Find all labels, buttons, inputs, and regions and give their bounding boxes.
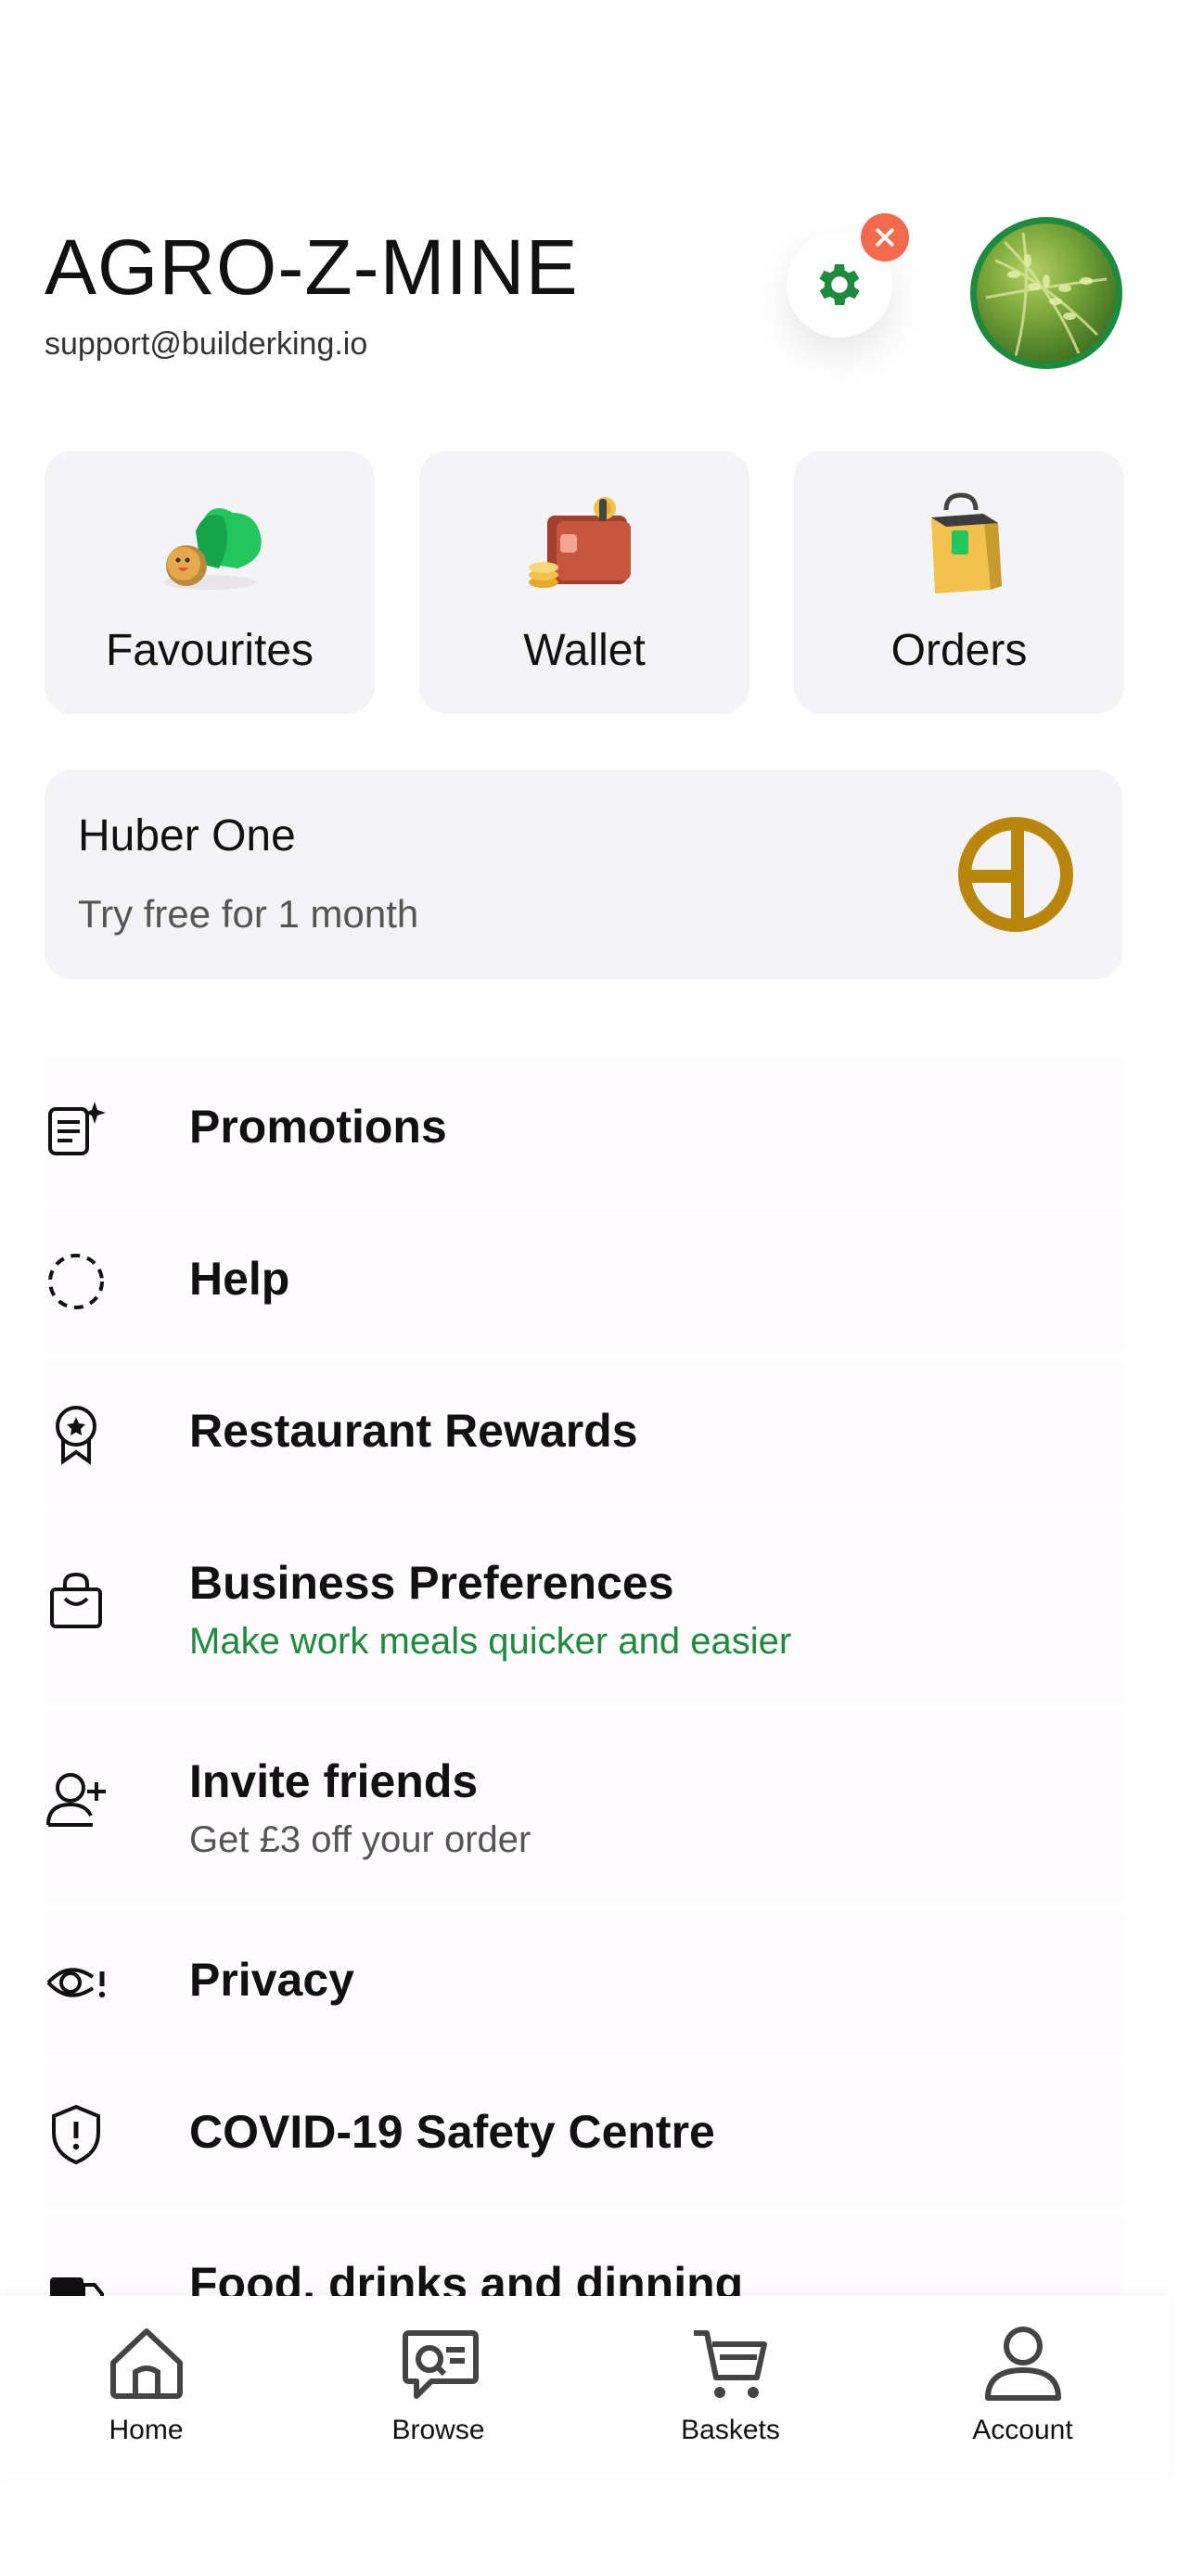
nav-browse[interactable]: Browse (292, 2296, 584, 2478)
tile-favourites[interactable]: Favourites (45, 451, 375, 714)
home-icon (109, 2328, 183, 2399)
menu-item-promotions[interactable]: Promotions (45, 1057, 1122, 1202)
cart-icon (693, 2330, 767, 2398)
nav-baskets[interactable]: Baskets (584, 2296, 877, 2478)
nav-home[interactable]: Home (0, 2296, 292, 2478)
promo-title: Huber One (78, 811, 296, 861)
nav-account[interactable]: Account (877, 2296, 1169, 2478)
menu-item-label: Business Preferences (189, 1557, 674, 1609)
menu-item-label: Help (189, 1253, 290, 1305)
menu-item-label: Privacy (189, 1954, 354, 2006)
browse-icon (402, 2330, 479, 2399)
menu-item-covid-safety[interactable]: COVID-19 Safety Centre (45, 2062, 1122, 2207)
gear-icon (819, 264, 860, 305)
account-icon (984, 2327, 1061, 2401)
tile-wallet[interactable]: Wallet (419, 451, 749, 714)
favourites-icon (163, 508, 262, 590)
huber-one-logo-icon (958, 817, 1073, 932)
menu-item-help[interactable]: Help (45, 1209, 1122, 1354)
menu-item-restaurant-rewards[interactable]: Restaurant Rewards (45, 1361, 1122, 1506)
promotions-icon (48, 1102, 106, 1155)
menu-item-label: COVID-19 Safety Centre (189, 2106, 715, 2158)
menu-item-business-preferences[interactable]: Business Preferences Make work meals qui… (45, 1513, 1122, 1704)
menu-item-label: Invite friends (189, 1755, 479, 1807)
shopping-bag-icon (50, 1572, 102, 1628)
wallet-icon (529, 497, 631, 588)
menu-item-invite-friends[interactable]: Invite friends Get £3 off your order (45, 1712, 1122, 1903)
huber-one-promo-card[interactable]: Huber One Try free for 1 month (45, 770, 1122, 979)
account-name: AGRO-Z-MINE (45, 223, 579, 311)
account-menu: Promotions Help Restaurant Rewards Busin… (45, 1057, 1122, 2366)
account-email: support@builderking.io (45, 326, 368, 362)
tile-orders[interactable]: Orders (794, 451, 1124, 714)
avatar[interactable] (970, 217, 1122, 369)
nav-browse-label: Browse (391, 2415, 485, 2445)
menu-item-subtitle: Get £3 off your order (189, 1819, 531, 1860)
shield-icon (52, 2104, 100, 2165)
orders-bag-icon (931, 492, 1002, 593)
nav-account-label: Account (972, 2415, 1073, 2445)
help-icon (48, 1254, 104, 1309)
rice-plant-image (985, 232, 1108, 363)
close-button[interactable] (861, 213, 909, 261)
bottom-navigation: Home Browse Baskets Account (0, 2296, 1169, 2478)
privacy-eye-icon (46, 1968, 106, 1998)
nav-baskets-label: Baskets (681, 2415, 780, 2445)
add-user-icon (46, 1773, 106, 1827)
quick-tiles: Favourites Wallet Orders (45, 451, 1124, 714)
promo-subtitle: Try free for 1 month (78, 892, 419, 936)
menu-item-label: Restaurant Rewards (189, 1405, 638, 1457)
tile-favourites-label: Favourites (105, 626, 314, 675)
tile-wallet-label: Wallet (523, 626, 646, 675)
menu-item-label: Promotions (189, 1101, 447, 1153)
menu-item-privacy[interactable]: Privacy (45, 1910, 1122, 2055)
nav-home-label: Home (109, 2415, 184, 2445)
close-icon (876, 228, 894, 247)
menu-item-subtitle: Make work meals quicker and easier (189, 1621, 792, 1662)
rewards-icon (56, 1406, 96, 1465)
tile-orders-label: Orders (890, 626, 1028, 675)
